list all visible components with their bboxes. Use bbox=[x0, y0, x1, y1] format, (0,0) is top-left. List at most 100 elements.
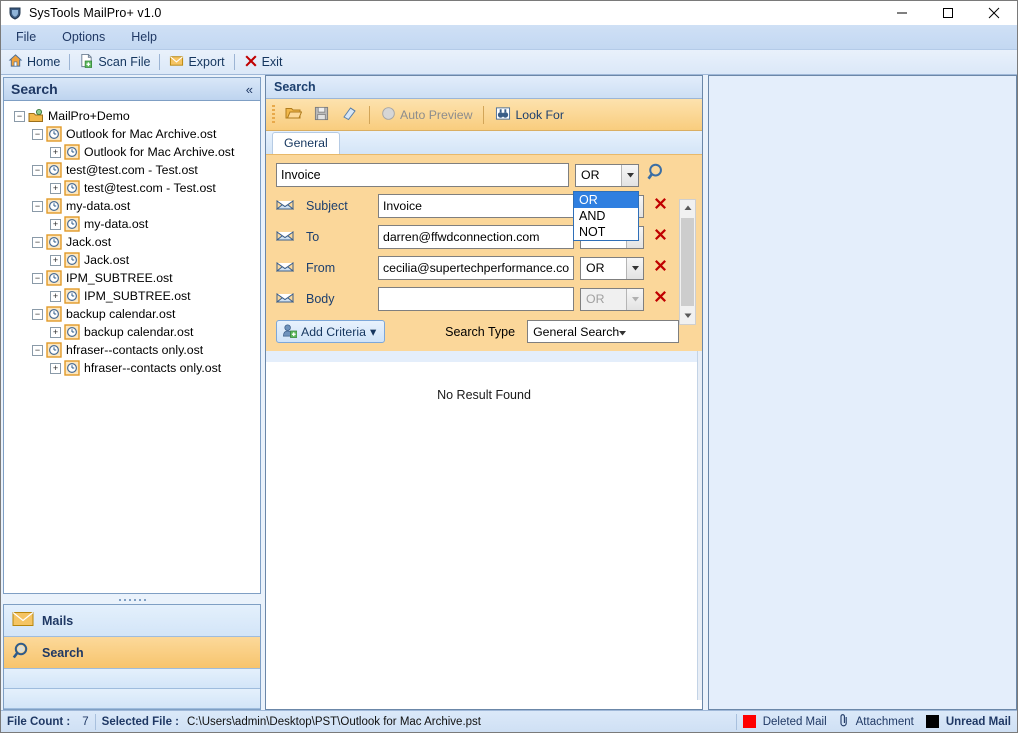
menu-item-file[interactable]: File bbox=[5, 27, 47, 47]
collapse-panel-icon[interactable]: « bbox=[246, 82, 253, 97]
chevron-down-icon[interactable]: ▾ bbox=[370, 325, 376, 339]
scrollbar-thumb[interactable] bbox=[681, 218, 694, 306]
tree-expander[interactable]: + bbox=[50, 254, 61, 266]
operator-option[interactable]: OR bbox=[574, 192, 638, 208]
criteria-operator-combo[interactable]: OR bbox=[580, 256, 644, 280]
close-button[interactable] bbox=[971, 1, 1017, 25]
tree-node-child[interactable]: + Outlook for Mac Archive.ost bbox=[4, 143, 260, 161]
scroll-down-icon[interactable] bbox=[680, 308, 695, 324]
tree-node-child[interactable]: + test@test.com - Test.ost bbox=[4, 179, 260, 197]
scroll-up-icon[interactable] bbox=[680, 200, 695, 216]
save-search-button[interactable] bbox=[309, 103, 334, 127]
export-button[interactable]: Export bbox=[162, 51, 231, 74]
tree-expander[interactable]: + bbox=[50, 218, 61, 230]
tree-expander[interactable]: − bbox=[32, 344, 43, 356]
sidebar-item-mails[interactable]: Mails bbox=[4, 605, 260, 637]
tree-node-parent[interactable]: − hfraser--contacts only.ost bbox=[4, 341, 260, 359]
tree-node-child[interactable]: + my-data.ost bbox=[4, 215, 260, 233]
status-bar: File Count : 7 Selected File : C:\Users\… bbox=[1, 710, 1017, 732]
tree-node-parent[interactable]: − my-data.ost bbox=[4, 197, 260, 215]
open-search-button[interactable] bbox=[280, 103, 307, 127]
tree-node-parent[interactable]: − Jack.ost bbox=[4, 233, 260, 251]
ost-file-icon bbox=[46, 270, 62, 286]
criteria-value-input[interactable] bbox=[378, 225, 574, 249]
tree-node-root[interactable]: − MailPro+Demo bbox=[4, 107, 260, 125]
legend-deleted-mail: Deleted Mail bbox=[737, 711, 833, 733]
tree-expander[interactable]: − bbox=[32, 236, 43, 248]
run-search-button[interactable] bbox=[645, 163, 669, 187]
main-toolbar: Home Scan File Export Exit bbox=[1, 50, 1017, 75]
chevron-down-icon[interactable] bbox=[619, 323, 627, 341]
tree-expander[interactable]: + bbox=[50, 362, 61, 374]
maximize-button[interactable] bbox=[925, 1, 971, 25]
operator-option[interactable]: NOT bbox=[574, 224, 638, 240]
tree-node-label: hfraser--contacts only.ost bbox=[66, 343, 204, 357]
save-icon bbox=[314, 106, 329, 124]
sidebar-splitter[interactable] bbox=[3, 596, 261, 604]
operator-dropdown-list[interactable]: OR AND NOT bbox=[573, 191, 639, 241]
tree-node-label: Jack.ost bbox=[84, 253, 130, 267]
tree-node-child[interactable]: + IPM_SUBTREE.ost bbox=[4, 287, 260, 305]
chevron-down-icon bbox=[626, 288, 643, 310]
criteria-value-input[interactable] bbox=[378, 287, 574, 311]
criteria-delete-button[interactable] bbox=[650, 196, 670, 216]
look-for-button[interactable]: Look For bbox=[490, 103, 569, 127]
ost-file-icon bbox=[46, 234, 62, 250]
menu-item-help[interactable]: Help bbox=[120, 27, 168, 47]
menu-item-options[interactable]: Options bbox=[51, 27, 116, 47]
black-square-icon bbox=[925, 715, 939, 728]
operator-option[interactable]: AND bbox=[574, 208, 638, 224]
tree-expander[interactable]: − bbox=[32, 308, 43, 320]
minimize-button[interactable] bbox=[879, 1, 925, 25]
criteria-field-label: To bbox=[306, 230, 320, 244]
tree-node-child[interactable]: + backup calendar.ost bbox=[4, 323, 260, 341]
export-envelope-icon bbox=[169, 53, 184, 71]
tree-expander[interactable]: − bbox=[32, 272, 43, 284]
home-button[interactable]: Home bbox=[1, 51, 67, 74]
tab-general[interactable]: General bbox=[272, 132, 340, 154]
toolbar-grip[interactable] bbox=[272, 104, 275, 125]
criteria-delete-button[interactable] bbox=[650, 289, 670, 309]
main-operator-combo[interactable]: OR bbox=[575, 163, 639, 187]
results-scrollbar[interactable] bbox=[697, 351, 702, 700]
exit-button[interactable]: Exit bbox=[237, 51, 290, 74]
ost-file-icon bbox=[64, 180, 80, 196]
tree-node-child[interactable]: + Jack.ost bbox=[4, 251, 260, 269]
tree-expander[interactable]: − bbox=[32, 164, 43, 176]
scan-file-button[interactable]: Scan File bbox=[72, 51, 157, 74]
criteria-value-input[interactable] bbox=[378, 194, 574, 218]
criteria-scrollbar[interactable] bbox=[679, 199, 696, 325]
radio-off-icon bbox=[381, 106, 396, 124]
criteria-delete-button[interactable] bbox=[650, 258, 670, 278]
results-area: No Result Found bbox=[266, 351, 702, 700]
tree-node-parent[interactable]: − Outlook for Mac Archive.ost bbox=[4, 125, 260, 143]
tree-expander[interactable]: − bbox=[32, 200, 43, 212]
tab-strip: General bbox=[266, 131, 702, 155]
search-panel: Search Auto Preview Look For General Inv… bbox=[265, 75, 703, 710]
legend-deleted-mail-label: Deleted Mail bbox=[762, 715, 827, 728]
criteria-delete-button[interactable] bbox=[650, 227, 670, 247]
add-criteria-button[interactable]: Add Criteria ▾ bbox=[276, 320, 386, 343]
tree-expander[interactable]: − bbox=[14, 110, 25, 122]
tree-expander[interactable]: + bbox=[50, 290, 61, 302]
criteria-value-input[interactable] bbox=[378, 256, 574, 280]
auto-preview-button[interactable]: Auto Preview bbox=[376, 103, 477, 127]
chevron-down-icon[interactable] bbox=[621, 164, 638, 186]
tree-expander[interactable]: + bbox=[50, 182, 61, 194]
tree-expander[interactable]: + bbox=[50, 146, 61, 158]
tree-node-parent[interactable]: − test@test.com - Test.ost bbox=[4, 161, 260, 179]
folder-tree-panel[interactable]: − MailPro+Demo − Outlook for Mac Archive.os… bbox=[3, 101, 261, 594]
tree-node-child[interactable]: + hfraser--contacts only.ost bbox=[4, 359, 260, 377]
legend-unread-mail-label: Unread Mail bbox=[945, 715, 1011, 728]
search-type-combo[interactable]: General Search bbox=[527, 320, 680, 343]
clear-search-button[interactable] bbox=[336, 103, 363, 127]
tree-expander[interactable]: − bbox=[32, 128, 43, 140]
chevron-down-icon[interactable] bbox=[626, 257, 643, 279]
tree-expander[interactable]: + bbox=[50, 326, 61, 338]
tree-node-label: my-data.ost bbox=[66, 199, 131, 213]
main-search-input[interactable] bbox=[276, 163, 569, 187]
criteria-row: From OR bbox=[275, 256, 692, 280]
sidebar-item-search[interactable]: Search bbox=[4, 637, 260, 669]
tree-node-parent[interactable]: − IPM_SUBTREE.ost bbox=[4, 269, 260, 287]
tree-node-parent[interactable]: − backup calendar.ost bbox=[4, 305, 260, 323]
